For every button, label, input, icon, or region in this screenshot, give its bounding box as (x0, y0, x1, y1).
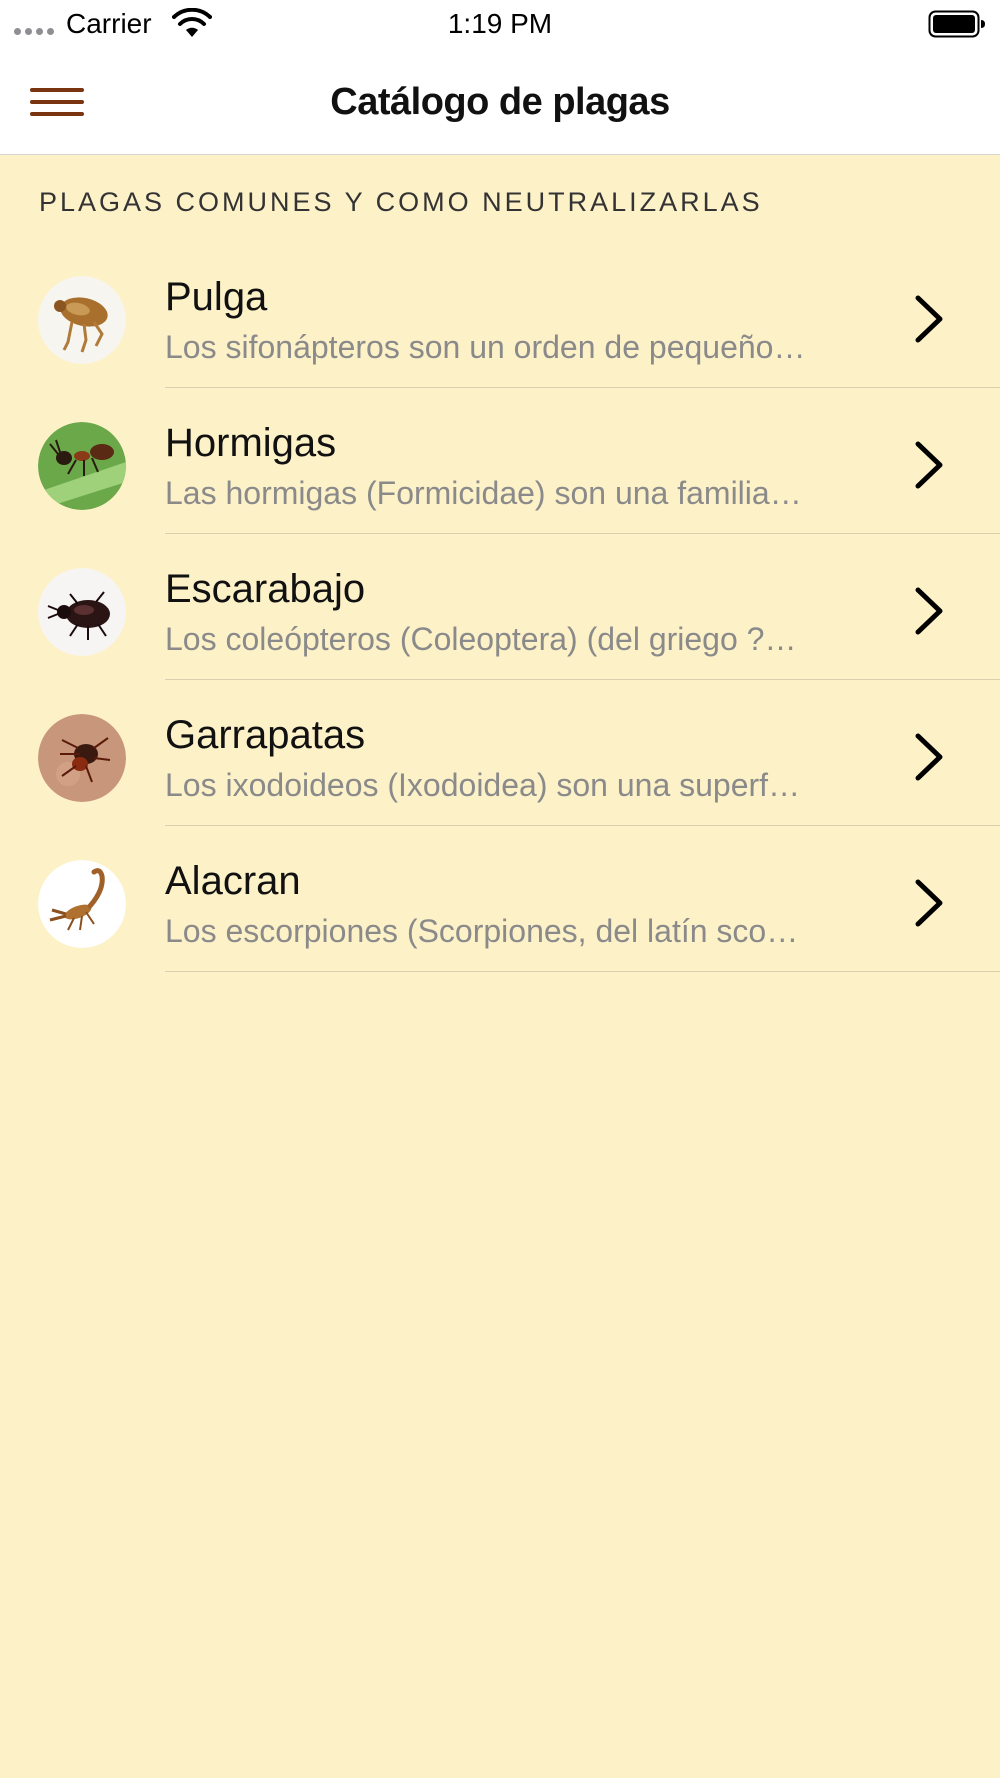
pest-title: Pulga (165, 275, 268, 319)
tick-icon (38, 714, 126, 802)
pest-description: Los ixodoideos (Ixodoidea) son una super… (165, 767, 801, 803)
pest-row-escarabajo[interactable]: Escarabajo Los coleópteros (Coleoptera) … (0, 534, 1000, 680)
pest-description: Los escorpiones (Scorpiones, del latín s… (165, 913, 799, 949)
screen: Carrier 1:19 PM Catálogo de plagas PLAGA… (0, 0, 1000, 1778)
status-bar: Carrier 1:19 PM (0, 0, 1000, 50)
chevron-right-icon (915, 587, 943, 635)
pest-row-garrapatas[interactable]: Garrapatas Los ixodoideos (Ixodoidea) so… (0, 680, 1000, 826)
pest-title: Hormigas (165, 421, 337, 465)
flea-icon (38, 276, 126, 364)
pest-title: Escarabajo (165, 567, 366, 611)
pest-description: Los coleópteros (Coleoptera) (del griego… (165, 621, 797, 657)
pest-row-alacran[interactable]: Alacran Los escorpiones (Scorpiones, del… (0, 826, 1000, 972)
page-title: Catálogo de plagas (330, 81, 670, 123)
pest-title: Garrapatas (165, 713, 366, 757)
chevron-right-icon (915, 879, 943, 927)
scorpion-icon (38, 860, 126, 948)
pest-description: Los sifonápteros son un orden de pequeño… (165, 329, 806, 365)
beetle-icon (38, 568, 126, 656)
pest-row-hormigas[interactable]: Hormigas Las hormigas (Formicidae) son u… (0, 388, 1000, 534)
pest-row-pulga[interactable]: Pulga Los sifonápteros son un orden de p… (0, 242, 1000, 388)
pest-list: Pulga Los sifonápteros son un orden de p… (0, 242, 1000, 972)
navigation-bar: Catálogo de plagas (0, 50, 1000, 155)
status-time: 1:19 PM (447, 8, 553, 39)
chevron-right-icon (915, 295, 943, 343)
section-header: PLAGAS COMUNES Y COMO NEUTRALIZARLAS (39, 187, 763, 217)
pest-description: Las hormigas (Formicidae) son una famili… (165, 475, 802, 511)
chevron-right-icon (915, 441, 943, 489)
pest-title: Alacran (165, 859, 301, 903)
battery-icon (928, 10, 985, 38)
row-separator (165, 971, 1000, 972)
chevron-right-icon (915, 733, 943, 781)
ant-icon (38, 422, 126, 510)
